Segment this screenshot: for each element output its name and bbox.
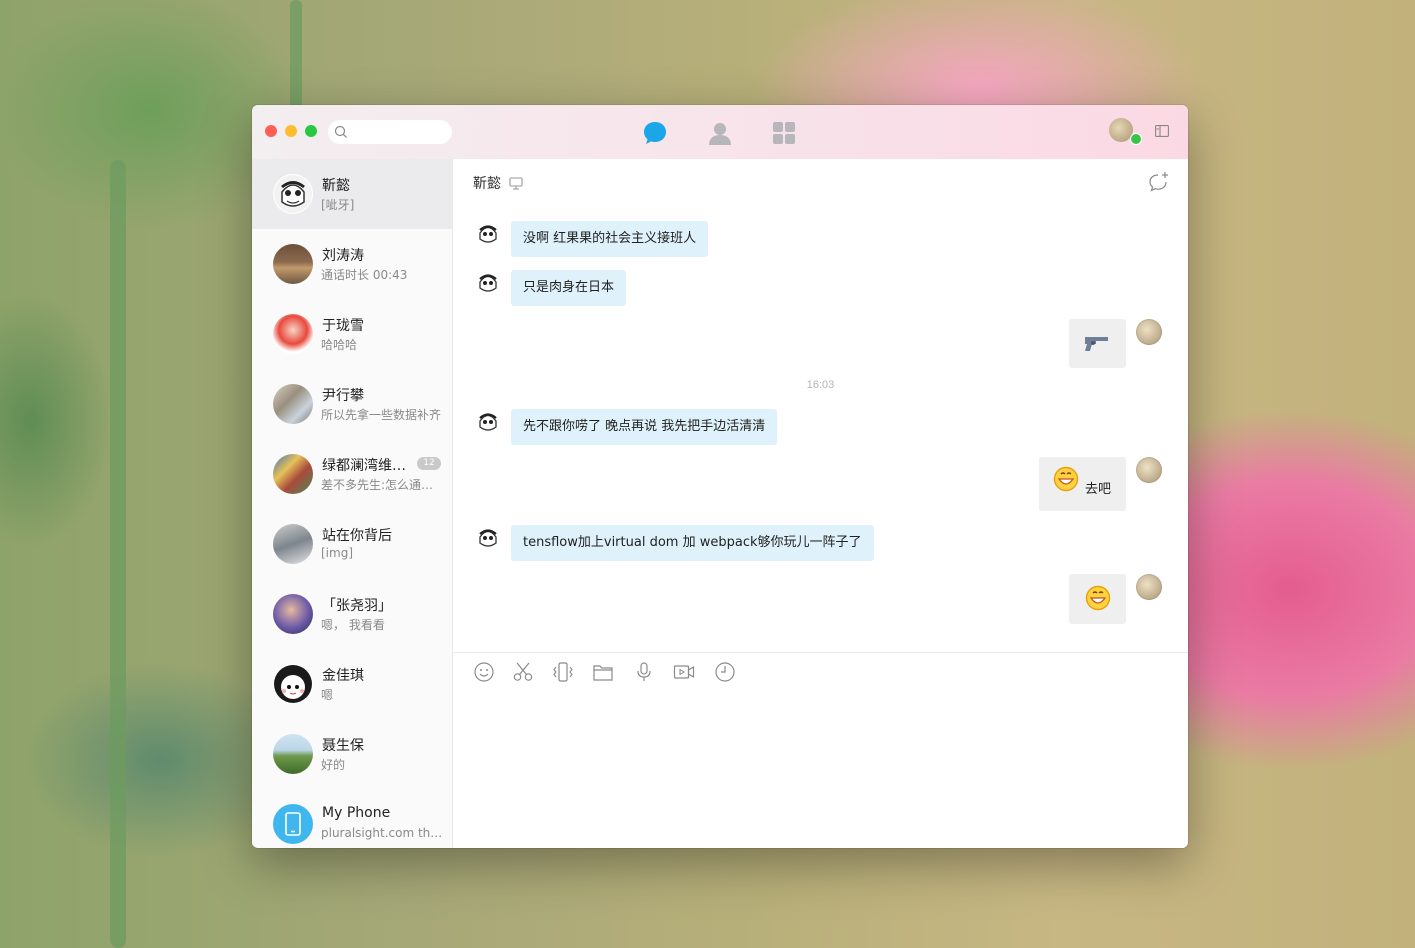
online-status-dot: [1130, 133, 1142, 145]
conversation-item[interactable]: My Phone pluralsight.com thi…: [252, 789, 452, 848]
folder-icon[interactable]: [592, 661, 614, 683]
conversation-preview: [呲牙]: [321, 198, 355, 212]
chat-header: 靳懿: [473, 173, 524, 193]
my-message-avatar[interactable]: [1136, 574, 1162, 600]
avatar: [273, 244, 313, 284]
grin-emoji-icon: [1053, 466, 1079, 492]
message-bubble-outgoing[interactable]: [1069, 319, 1126, 368]
desktop-online-icon: [509, 177, 524, 190]
apps-tab-icon[interactable]: [771, 120, 797, 146]
background-stem: [290, 0, 302, 120]
message-timestamp: 16:03: [806, 379, 835, 391]
conversation-name: 靳懿: [322, 178, 350, 194]
conversation-item[interactable]: 金佳琪 嗯: [252, 649, 452, 719]
conversation-name: 站在你背后: [322, 528, 392, 544]
conversation-preview: 好的: [321, 758, 346, 772]
phone-icon: [285, 812, 301, 836]
message-bubble-incoming[interactable]: 只是肉身在日本: [511, 270, 627, 306]
conversation-item[interactable]: 靳懿 [呲牙]: [252, 159, 452, 229]
conversation-name: 聂生保: [322, 738, 364, 754]
conversation-name: 尹行攀: [322, 388, 364, 404]
sidebar-toggle-icon[interactable]: [1155, 125, 1169, 137]
zoom-button[interactable]: [305, 125, 317, 137]
my-message-avatar[interactable]: [1136, 319, 1162, 345]
background-stem: [110, 160, 126, 948]
scissors-icon[interactable]: [512, 661, 534, 683]
message-bubble-incoming[interactable]: tensflow加上virtual dom 加 webpack够你玩儿一阵子了: [511, 525, 874, 561]
conversation-preview: [img]: [321, 546, 354, 560]
message-bubble-outgoing[interactable]: 去吧: [1039, 457, 1126, 511]
chat-tab-icon[interactable]: [642, 120, 668, 146]
conversation-name: 金佳琪: [322, 668, 364, 684]
new-chat-icon[interactable]: [1148, 171, 1170, 193]
message-bubble-outgoing[interactable]: [1069, 574, 1126, 624]
search-box[interactable]: [328, 120, 452, 144]
conversation-item[interactable]: 聂生保 好的: [252, 719, 452, 789]
conversation-name: My Phone: [322, 805, 391, 821]
message-bubble-incoming[interactable]: 先不跟你唠了 晚点再说 我先把手边活清清: [511, 409, 778, 445]
conversation-name: 绿都澜湾维…: [322, 458, 406, 474]
conversation-preview: 哈哈哈: [321, 338, 358, 352]
avatar: [273, 594, 313, 634]
avatar: [273, 314, 313, 354]
conversation-item[interactable]: 尹行攀 所以先拿一些数据补齐: [252, 369, 452, 439]
avatar: [273, 524, 313, 564]
avatar: [273, 384, 313, 424]
conversation-name: 刘涛涛: [322, 248, 364, 264]
titlebar: [252, 105, 1188, 159]
message-text: 去吧: [1085, 482, 1112, 497]
contact-avatar[interactable]: [477, 272, 499, 294]
unread-badge: 12: [417, 457, 441, 470]
conversation-name: 于珑雪: [322, 318, 364, 334]
avatar: [273, 734, 313, 774]
chat-title: 靳懿: [473, 176, 501, 192]
pistol-emoji-icon: [1085, 337, 1108, 351]
close-button[interactable]: [265, 125, 277, 137]
history-icon[interactable]: [714, 661, 736, 683]
conversation-list: 靳懿 [呲牙] 刘涛涛 通话时长 00:43 于珑雪 哈哈哈 尹行攀 所以先拿一…: [252, 159, 453, 848]
conversation-item[interactable]: 绿都澜湾维… 差不多先生:怎么通知… 12: [252, 439, 452, 509]
conversation-preview: 通话时长 00:43: [321, 268, 408, 282]
conversation-preview: 嗯， 我看看: [321, 618, 385, 632]
minimize-button[interactable]: [285, 125, 297, 137]
video-icon[interactable]: [673, 661, 695, 683]
conversation-preview: 嗯: [321, 688, 334, 702]
conversation-preview: 差不多先生:怎么通知…: [321, 478, 443, 492]
conversation-preview: pluralsight.com thi…: [321, 826, 443, 840]
search-input[interactable]: [350, 123, 450, 143]
phone-avatar: [273, 804, 313, 844]
qq-window: 靳懿 [呲牙] 刘涛涛 通话时长 00:43 于珑雪 哈哈哈 尹行攀 所以先拿一…: [252, 105, 1188, 848]
conversation-item[interactable]: 「张尧羽」 嗯， 我看看: [252, 579, 452, 649]
emoji-icon[interactable]: [473, 661, 495, 683]
avatar: [273, 174, 313, 214]
mic-icon[interactable]: [633, 661, 655, 683]
avatar: [273, 664, 313, 704]
message-bubble-incoming[interactable]: 没啊 红果果的社会主义接班人: [511, 221, 709, 257]
my-message-avatar[interactable]: [1136, 457, 1162, 483]
contact-avatar[interactable]: [477, 223, 499, 245]
avatar: [273, 454, 313, 494]
composer-divider: [453, 652, 1188, 653]
conversation-item[interactable]: 于珑雪 哈哈哈: [252, 299, 452, 369]
search-icon: [334, 125, 347, 138]
conversation-preview: 所以先拿一些数据补齐: [321, 408, 442, 422]
shake-icon[interactable]: [552, 661, 574, 683]
contact-avatar[interactable]: [477, 411, 499, 433]
conversation-item[interactable]: 站在你背后 [img]: [252, 509, 452, 579]
contacts-tab-icon[interactable]: [707, 120, 733, 146]
chat-panel: 靳懿 没啊 红果果的社会主义接班人 只是肉身在日本 16:03 先不跟你唠了 晚…: [453, 159, 1188, 848]
conversation-item[interactable]: 刘涛涛 通话时长 00:43: [252, 229, 452, 299]
contact-avatar[interactable]: [477, 527, 499, 549]
grin-emoji-icon: [1085, 585, 1111, 611]
conversation-name: 「张尧羽」: [322, 598, 392, 614]
